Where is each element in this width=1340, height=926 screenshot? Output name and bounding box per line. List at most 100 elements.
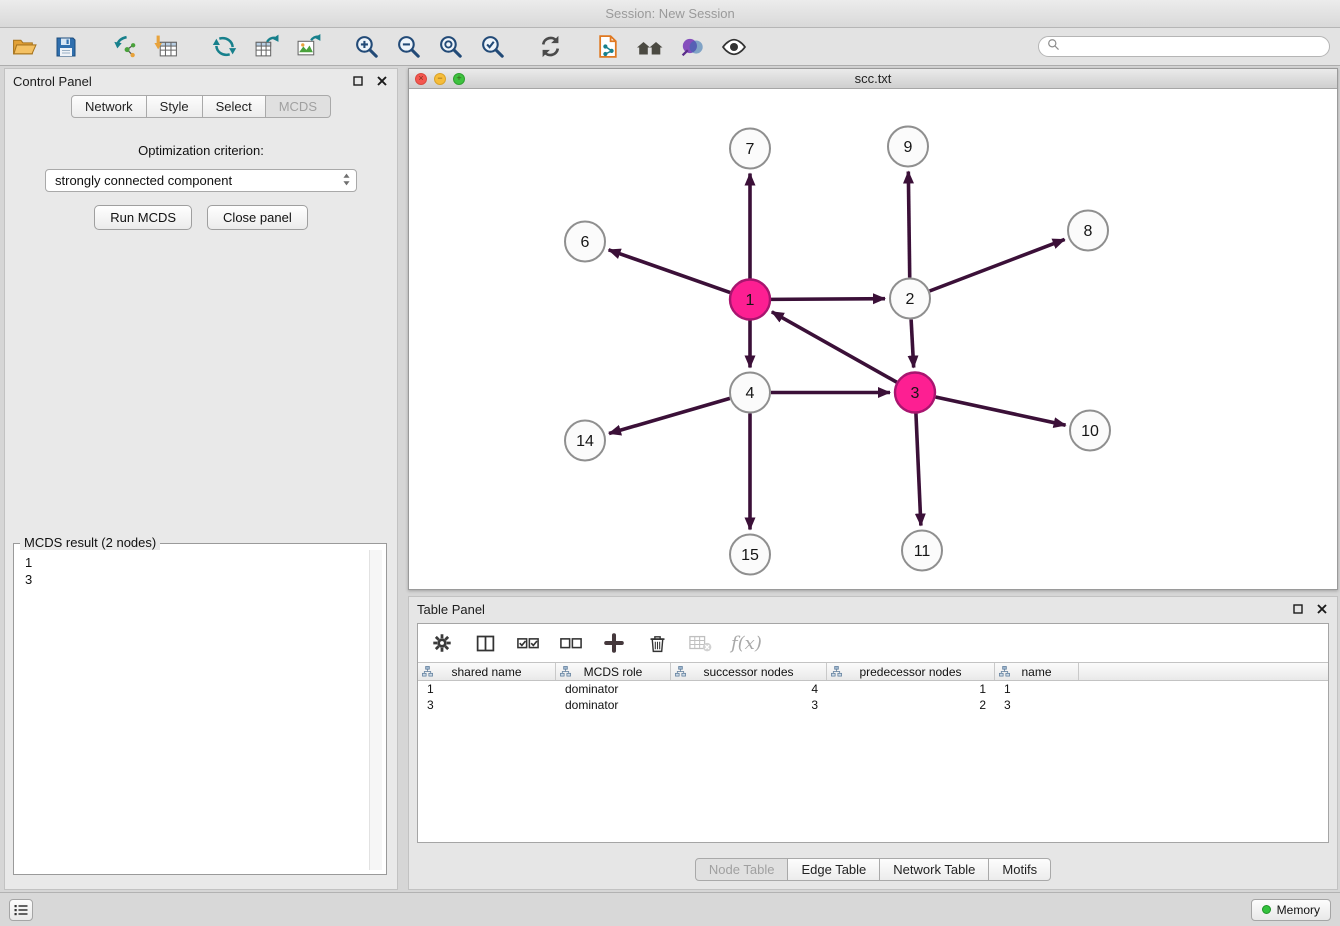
dropdown-stepper-icon xyxy=(342,172,351,190)
paste-network-icon[interactable] xyxy=(594,33,622,61)
export-image-icon[interactable] xyxy=(294,33,322,61)
venn-icon[interactable] xyxy=(678,33,706,61)
tab-style[interactable]: Style xyxy=(147,95,203,118)
home-icon[interactable] xyxy=(636,33,664,61)
node-2[interactable]: 2 xyxy=(890,279,930,319)
delete-row-icon[interactable] xyxy=(645,630,669,656)
deselect-all-icon[interactable] xyxy=(559,630,583,656)
open-file-icon[interactable] xyxy=(10,33,38,61)
edge-4-14[interactable] xyxy=(609,398,730,433)
edge-2-9[interactable] xyxy=(908,171,909,277)
network-share-icon[interactable] xyxy=(210,33,238,61)
zoom-in-icon[interactable] xyxy=(352,33,380,61)
table-cell: 1 xyxy=(827,682,995,696)
column-header-label: successor nodes xyxy=(703,665,793,679)
search-input[interactable] xyxy=(1066,40,1321,54)
column-header-mcds-role[interactable]: MCDS role xyxy=(556,663,671,680)
column-header-predecessor-nodes[interactable]: predecessor nodes xyxy=(827,663,995,680)
table-body: 1dominator4113dominator323 xyxy=(418,681,1328,713)
table-cell: 3 xyxy=(418,698,556,712)
minimize-window-icon[interactable]: − xyxy=(434,73,446,85)
search-box[interactable] xyxy=(1038,36,1330,57)
import-network-icon[interactable] xyxy=(110,33,138,61)
node-8[interactable]: 8 xyxy=(1068,211,1108,251)
edge-2-8[interactable] xyxy=(930,239,1065,291)
result-scrollbar[interactable] xyxy=(369,550,382,870)
svg-text:6: 6 xyxy=(581,234,590,251)
control-panel-header: Control Panel xyxy=(5,69,397,93)
control-panel-tabs: NetworkStyleSelectMCDS xyxy=(5,95,397,118)
panel-list-icon[interactable] xyxy=(9,899,33,921)
column-tree-icon xyxy=(999,666,1010,677)
close-panel-icon[interactable] xyxy=(375,74,389,88)
node-4[interactable]: 4 xyxy=(730,373,770,413)
memory-button[interactable]: Memory xyxy=(1251,899,1331,921)
tab-node-table[interactable]: Node Table xyxy=(695,858,789,881)
show-columns-icon[interactable] xyxy=(473,630,497,656)
zoom-window-icon[interactable]: + xyxy=(453,73,465,85)
eye-icon[interactable] xyxy=(720,33,748,61)
svg-text:15: 15 xyxy=(741,547,759,564)
node-6[interactable]: 6 xyxy=(565,222,605,262)
window-traffic-lights: ×−+ xyxy=(415,73,465,85)
tab-select[interactable]: Select xyxy=(203,95,266,118)
column-header-name[interactable]: name xyxy=(995,663,1079,680)
svg-text:4: 4 xyxy=(746,385,755,402)
column-header-label: MCDS role xyxy=(584,665,643,679)
close-table-panel-icon[interactable] xyxy=(1315,602,1329,616)
tab-mcds[interactable]: MCDS xyxy=(266,95,331,118)
zoom-selected-icon[interactable] xyxy=(478,33,506,61)
svg-text:10: 10 xyxy=(1081,423,1099,440)
tab-motifs[interactable]: Motifs xyxy=(989,858,1051,881)
zoom-out-icon[interactable] xyxy=(394,33,422,61)
node-3[interactable]: 3 xyxy=(895,373,935,413)
close-panel-button[interactable]: Close panel xyxy=(207,205,308,230)
add-row-icon[interactable] xyxy=(602,630,626,656)
memory-button-label: Memory xyxy=(1277,903,1320,917)
node-11[interactable]: 11 xyxy=(902,531,942,571)
column-header-successor-nodes[interactable]: successor nodes xyxy=(671,663,827,680)
node-10[interactable]: 10 xyxy=(1070,411,1110,451)
node-1[interactable]: 1 xyxy=(730,280,770,320)
criterion-dropdown[interactable]: strongly connected component xyxy=(45,169,357,192)
svg-text:11: 11 xyxy=(914,543,931,560)
refresh-icon[interactable] xyxy=(536,33,564,61)
import-table-icon[interactable] xyxy=(152,33,180,61)
edge-2-3[interactable] xyxy=(911,319,914,367)
float-table-panel-icon[interactable] xyxy=(1291,602,1305,616)
node-9[interactable]: 9 xyxy=(888,127,928,167)
float-panel-icon[interactable] xyxy=(351,74,365,88)
edge-1-2[interactable] xyxy=(771,299,885,300)
table-row[interactable]: 1dominator411 xyxy=(418,681,1328,697)
close-window-icon[interactable]: × xyxy=(415,73,427,85)
edge-1-6[interactable] xyxy=(609,250,731,293)
zoom-fit-icon[interactable] xyxy=(436,33,464,61)
status-bar: Memory xyxy=(0,892,1340,926)
node-7[interactable]: 7 xyxy=(730,129,770,169)
select-all-icon[interactable] xyxy=(516,630,540,656)
table-settings-icon[interactable] xyxy=(430,630,454,656)
node-15[interactable]: 15 xyxy=(730,535,770,575)
edge-3-1[interactable] xyxy=(772,312,897,382)
network-window-title: scc.txt xyxy=(409,71,1337,86)
edge-3-10[interactable] xyxy=(936,397,1066,425)
save-icon[interactable] xyxy=(52,33,80,61)
workspace: Control Panel NetworkStyleSelectMCDS Opt… xyxy=(0,66,1340,892)
run-mcds-button[interactable]: Run MCDS xyxy=(94,205,192,230)
table-cell: 2 xyxy=(827,698,995,712)
column-header-shared-name[interactable]: shared name xyxy=(418,663,556,680)
svg-text:7: 7 xyxy=(746,141,755,158)
tab-network[interactable]: Network xyxy=(71,95,147,118)
table-row[interactable]: 3dominator323 xyxy=(418,697,1328,713)
mcds-result-title: MCDS result (2 nodes) xyxy=(20,535,160,550)
table-cell: 1 xyxy=(418,682,556,696)
node-14[interactable]: 14 xyxy=(565,421,605,461)
network-canvas[interactable]: 7 9 6 8 1 2 4 3 14 10 15 11 xyxy=(409,90,1337,589)
network-window-titlebar[interactable]: ×−+ scc.txt xyxy=(409,69,1337,89)
edge-3-11[interactable] xyxy=(916,413,921,525)
column-tree-icon xyxy=(422,666,433,677)
tab-network-table[interactable]: Network Table xyxy=(880,858,989,881)
node-table: f(x) shared nameMCDS rolesuccessor nodes… xyxy=(417,623,1329,843)
tab-edge-table[interactable]: Edge Table xyxy=(788,858,880,881)
export-table-icon[interactable] xyxy=(252,33,280,61)
